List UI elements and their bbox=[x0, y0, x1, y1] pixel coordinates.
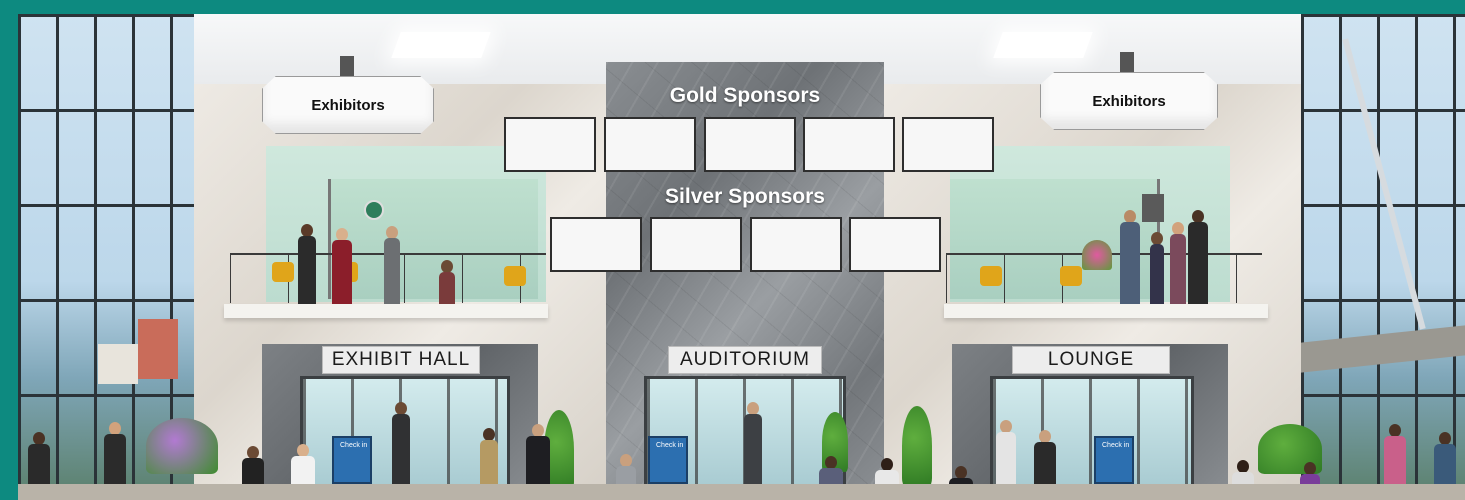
lounge-sign[interactable]: LOUNGE bbox=[1012, 346, 1170, 374]
potted-plant bbox=[146, 418, 218, 474]
ceiling-light bbox=[993, 32, 1093, 58]
lobby-floor bbox=[18, 484, 1465, 500]
lounge-chair bbox=[980, 266, 1002, 286]
lobby-canvas: Exhibitors Exhibitors Gold Sponsors Silv… bbox=[0, 0, 1465, 500]
exhibitors-sign-left[interactable]: Exhibitors bbox=[262, 76, 434, 134]
auditorium-sign[interactable]: AUDITORIUM bbox=[668, 346, 822, 374]
silver-sponsor-slot[interactable] bbox=[650, 217, 742, 272]
silver-sponsor-slot[interactable] bbox=[849, 217, 941, 272]
sign-mount bbox=[1120, 52, 1134, 72]
left-balcony-ledge bbox=[224, 304, 548, 318]
exhibitors-sign-right[interactable]: Exhibitors bbox=[1040, 72, 1218, 130]
attendee bbox=[1148, 232, 1166, 304]
check-in-kiosk: Check in bbox=[332, 436, 372, 484]
attendee bbox=[1186, 210, 1210, 304]
gold-sponsor-slot[interactable] bbox=[704, 117, 796, 172]
exit-sign-icon bbox=[1142, 194, 1164, 222]
gold-sponsor-slot[interactable] bbox=[604, 117, 696, 172]
attendee bbox=[438, 260, 456, 304]
gold-sponsor-slot[interactable] bbox=[803, 117, 895, 172]
gold-sponsor-slot[interactable] bbox=[504, 117, 596, 172]
check-in-kiosk: Check in bbox=[1094, 436, 1134, 484]
globe-icon bbox=[364, 200, 384, 220]
lounge-chair bbox=[1060, 266, 1082, 286]
ceiling-light bbox=[391, 32, 491, 58]
attendee bbox=[382, 226, 402, 304]
right-balcony-ledge bbox=[944, 304, 1268, 318]
flower-plant bbox=[1082, 240, 1112, 270]
lounge-chair bbox=[504, 266, 526, 286]
attendee bbox=[1118, 210, 1142, 304]
silver-sponsors-heading: Silver Sponsors bbox=[665, 185, 825, 208]
potted-plant bbox=[902, 406, 932, 486]
silver-sponsor-slot[interactable] bbox=[750, 217, 842, 272]
virtual-lobby-scene: Exhibitors Exhibitors Gold Sponsors Silv… bbox=[18, 14, 1465, 500]
exhibit-hall-sign[interactable]: EXHIBIT HALL bbox=[322, 346, 480, 374]
check-in-kiosk: Check in bbox=[648, 436, 688, 484]
sign-mount bbox=[340, 56, 354, 76]
attendee bbox=[1168, 222, 1188, 304]
lounge-chair bbox=[272, 262, 294, 282]
silver-sponsor-slot[interactable] bbox=[550, 217, 642, 272]
gold-sponsors-heading: Gold Sponsors bbox=[669, 84, 821, 107]
gold-sponsor-slot[interactable] bbox=[902, 117, 994, 172]
attendee bbox=[296, 224, 318, 304]
attendee bbox=[330, 228, 354, 304]
lounge-entrance[interactable] bbox=[990, 376, 1194, 500]
